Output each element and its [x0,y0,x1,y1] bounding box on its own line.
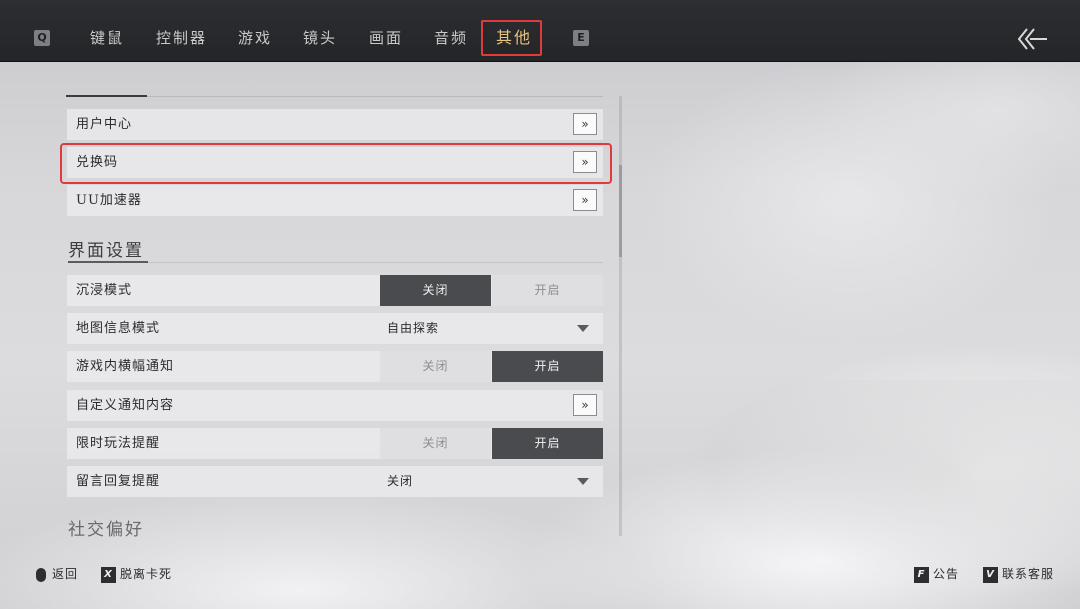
active-tab-highlight-box [481,20,542,56]
redeem-code-highlight-box [60,143,612,184]
caret-down-icon [577,478,589,485]
section-underline [68,261,148,263]
limited-time-reminder-off-option[interactable]: 关闭 [380,428,491,459]
section-underline [66,95,147,97]
row-immersive-mode: 沉浸模式 关闭 开启 [67,275,603,306]
row-user-center[interactable]: 用户中心 » [67,109,603,140]
support-hint-label: 联系客服 [1002,567,1055,581]
tab-graphics[interactable]: 画面 [369,20,403,56]
message-reply-reminder-dropdown[interactable]: 关闭 [380,466,603,497]
notice-hint-label: 公告 [933,567,960,581]
immersive-mode-on-option[interactable]: 开启 [492,275,603,306]
limited-time-reminder-on-option[interactable]: 开启 [492,428,603,459]
row-label: 用户中心 [76,117,133,132]
banner-notification-off-option[interactable]: 关闭 [380,351,491,382]
unstuck-key: X [101,566,116,583]
unstuck-hint[interactable]: X 脱离卡死 [101,565,172,583]
row-label: 沉浸模式 [76,283,133,298]
dropdown-value: 关闭 [387,474,414,488]
row-uu-accelerator[interactable]: UU加速器 » [67,185,603,216]
row-banner-notification: 游戏内横幅通知 关闭 开启 [67,351,603,382]
top-nav-bar: Q 键鼠 控制器 游戏 镜头 画面 音频 其他 E [0,0,1080,62]
open-user-center-button[interactable]: » [573,113,597,135]
back-button[interactable] [1016,26,1050,52]
dropdown-value: 自由探索 [387,321,440,335]
row-message-reply-reminder: 留言回复提醒 关闭 [67,466,603,497]
row-custom-notification[interactable]: 自定义通知内容 » [67,390,603,421]
row-label: 游戏内横幅通知 [76,359,175,374]
tab-game[interactable]: 游戏 [238,20,272,56]
mouse-icon [36,567,46,582]
prev-tab-key-hint[interactable]: Q [34,30,50,46]
tab-keyboard-mouse[interactable]: 键鼠 [90,20,124,56]
banner-notification-on-option[interactable]: 开启 [492,351,603,382]
next-tab-key-hint[interactable]: E [573,30,589,46]
section-divider [148,262,603,263]
map-info-mode-dropdown[interactable]: 自由探索 [380,313,603,344]
tab-audio[interactable]: 音频 [434,20,468,56]
row-label: 自定义通知内容 [76,398,175,413]
immersive-mode-off-option[interactable]: 关闭 [380,275,491,306]
double-chevron-left-arrow-icon [1017,28,1047,50]
tab-controller[interactable]: 控制器 [156,20,207,56]
tab-camera[interactable]: 镜头 [303,20,337,56]
back-hint[interactable]: 返回 [36,565,78,583]
section-title-interface: 界面设置 [68,241,144,261]
row-label: 留言回复提醒 [76,474,161,489]
settings-scrollbar-track[interactable] [619,96,622,536]
row-label: 限时玩法提醒 [76,436,161,451]
caret-down-icon [577,325,589,332]
open-custom-notification-button[interactable]: » [573,394,597,416]
back-hint-label: 返回 [52,567,79,581]
support-key: V [983,566,998,583]
row-map-info-mode: 地图信息模式 自由探索 [67,313,603,344]
notice-hint[interactable]: F 公告 [914,565,959,583]
row-limited-time-reminder: 限时玩法提醒 关闭 开启 [67,428,603,459]
unstuck-hint-label: 脱离卡死 [120,567,173,581]
section-title-social: 社交偏好 [68,520,144,540]
settings-scrollbar-thumb[interactable] [619,165,622,257]
row-label: UU加速器 [76,193,142,208]
open-uu-accelerator-button[interactable]: » [573,189,597,211]
notice-key: F [914,566,929,583]
row-label: 地图信息模式 [76,321,161,336]
support-hint[interactable]: V 联系客服 [983,565,1054,583]
